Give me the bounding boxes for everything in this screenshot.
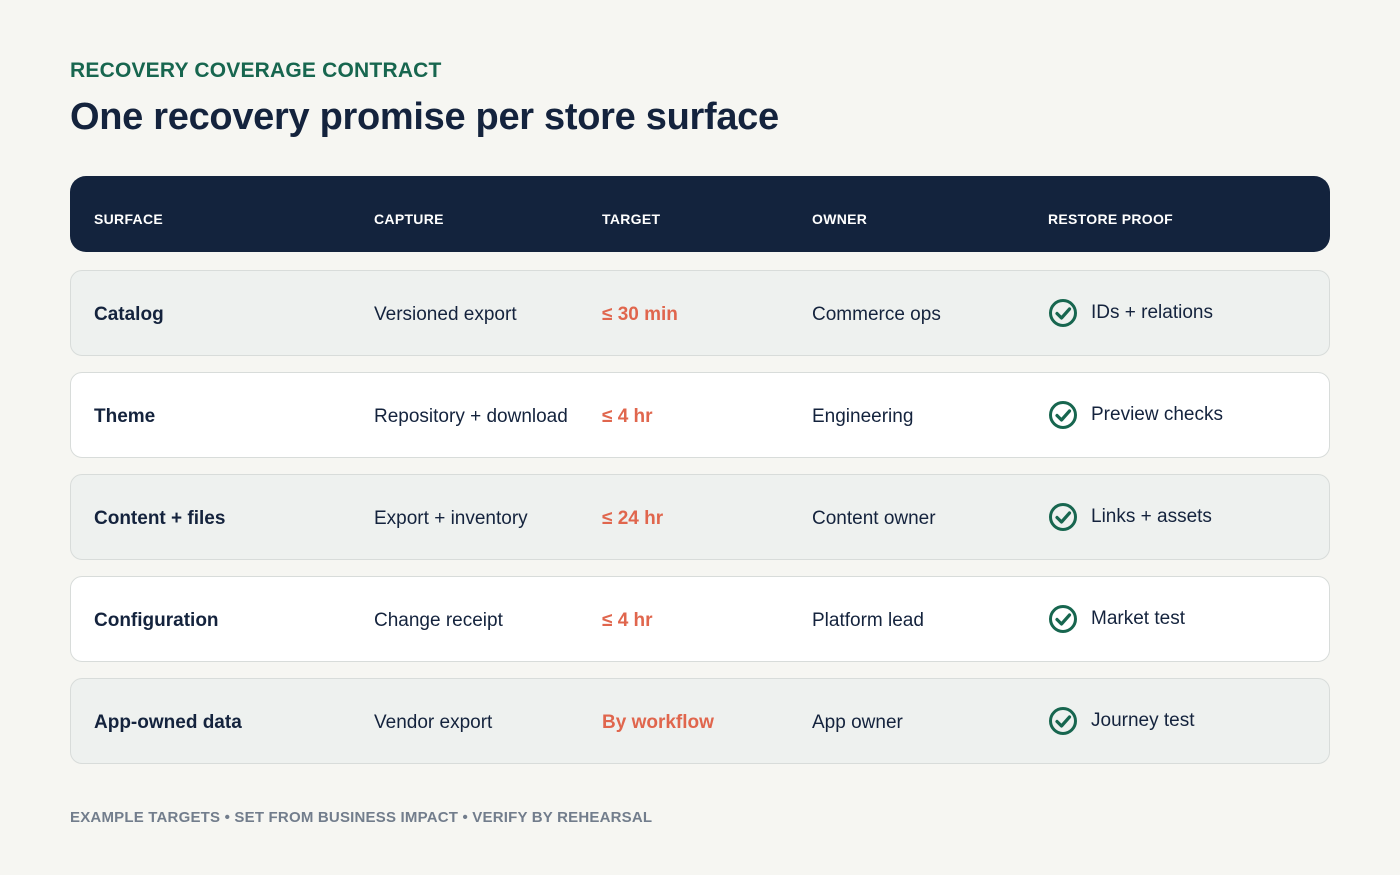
row-owner: App owner <box>812 712 903 733</box>
row-restore-proof: Market test <box>1048 604 1185 634</box>
header-capture: CAPTURE <box>374 211 444 227</box>
table-row: Configuration Change receipt ≤ 4 hr Plat… <box>70 576 1330 662</box>
row-owner: Platform lead <box>812 610 924 631</box>
row-restore-proof: IDs + relations <box>1048 298 1213 328</box>
check-circle-icon <box>1049 401 1077 429</box>
check-circle-icon <box>1049 299 1077 327</box>
row-capture: Versioned export <box>374 304 517 325</box>
table-header: SURFACE CAPTURE TARGET OWNER RESTORE PRO… <box>70 176 1330 252</box>
check-circle-icon <box>1049 503 1077 531</box>
row-target: ≤ 30 min <box>602 304 678 325</box>
row-target: ≤ 4 hr <box>602 610 653 631</box>
row-surface: Catalog <box>94 304 164 325</box>
row-target: By workflow <box>602 712 714 733</box>
restore-proof-label: Journey test <box>1091 710 1195 731</box>
row-capture: Export + inventory <box>374 508 528 529</box>
row-target: ≤ 4 hr <box>602 406 653 427</box>
row-restore-proof: Journey test <box>1048 706 1195 736</box>
restore-proof-label: Preview checks <box>1091 404 1223 425</box>
row-surface: Configuration <box>94 610 219 631</box>
check-circle-icon <box>1049 605 1077 633</box>
recovery-table: SURFACE CAPTURE TARGET OWNER RESTORE PRO… <box>70 176 1330 764</box>
row-capture: Change receipt <box>374 610 503 631</box>
eyebrow: RECOVERY COVERAGE CONTRACT <box>70 59 442 82</box>
row-surface: App-owned data <box>94 712 242 733</box>
restore-proof-label: Market test <box>1091 608 1185 629</box>
row-owner: Content owner <box>812 508 936 529</box>
table-row: Content + files Export + inventory ≤ 24 … <box>70 474 1330 560</box>
table-row: Theme Repository + download ≤ 4 hr Engin… <box>70 372 1330 458</box>
check-circle-icon <box>1049 707 1077 735</box>
row-surface: Content + files <box>94 508 226 529</box>
restore-proof-label: Links + assets <box>1091 506 1212 527</box>
row-capture: Repository + download <box>374 406 568 427</box>
row-capture: Vendor export <box>374 712 493 733</box>
header-owner: OWNER <box>812 211 868 227</box>
row-restore-proof: Links + assets <box>1048 502 1212 532</box>
header-target: TARGET <box>602 211 661 227</box>
row-surface: Theme <box>94 406 156 427</box>
header-restore-proof: RESTORE PROOF <box>1048 211 1173 227</box>
page-title: One recovery promise per store surface <box>70 96 779 138</box>
restore-proof-label: IDs + relations <box>1091 302 1213 323</box>
header-surface: SURFACE <box>94 211 163 227</box>
row-target: ≤ 24 hr <box>602 508 664 529</box>
footer-note: EXAMPLE TARGETS • SET FROM BUSINESS IMPA… <box>70 809 653 826</box>
row-owner: Engineering <box>812 406 914 427</box>
row-owner: Commerce ops <box>812 304 941 325</box>
table-row: Catalog Versioned export ≤ 30 min Commer… <box>70 270 1330 356</box>
row-restore-proof: Preview checks <box>1048 400 1223 430</box>
table-row: App-owned data Vendor export By workflow… <box>70 678 1330 764</box>
